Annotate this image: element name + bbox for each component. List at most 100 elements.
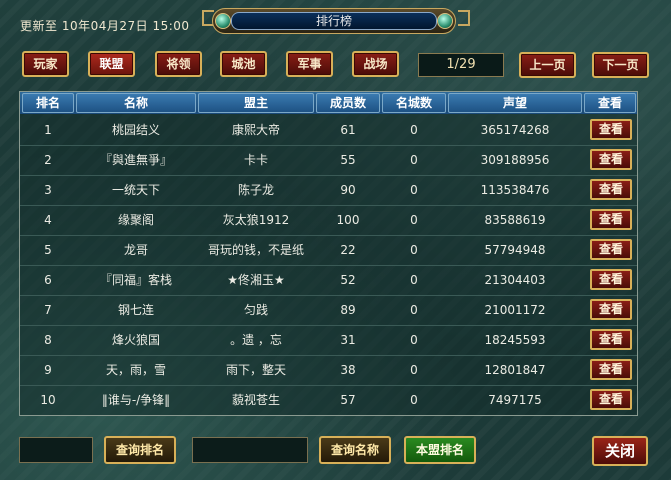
rank-cell: 1 (44, 123, 52, 137)
table-header: 排名 名称 盟主 成员数 名城数 声望 查看 (20, 92, 637, 114)
members-cell: 52 (340, 273, 356, 287)
prestige-cell: 365174268 (480, 123, 550, 137)
members-cell: 100 (336, 213, 360, 227)
rank-cell: 5 (44, 243, 52, 257)
table-row: 7 钢七连 匀践 89 0 21001172 查看 (20, 295, 637, 326)
table-row: 5 龙哥 哥玩的钱，不是纸 22 0 57794948 查看 (20, 235, 637, 266)
next-page-button[interactable]: 下一页 (592, 52, 649, 78)
members-cell: 57 (340, 393, 356, 407)
alliance-name-cell: 桃园结义 (111, 123, 160, 137)
ranking-table: 排名 名称 盟主 成员数 名城数 声望 查看 1 桃园结义 康熙大帝 61 0 … (19, 91, 638, 416)
cities-cell: 0 (410, 303, 418, 317)
leader-cell: 藐视苍生 (231, 393, 280, 407)
update-time: 更新至 10年04月27日 15:00 (20, 19, 190, 33)
view-button[interactable]: 查看 (590, 239, 632, 260)
table-row: 9 天，雨，雪 雨下，整天 38 0 12801847 查看 (20, 355, 637, 386)
prestige-cell: 57794948 (484, 243, 546, 257)
column-header-view: 查看 (584, 93, 636, 113)
view-button[interactable]: 查看 (590, 209, 632, 230)
alliance-name-cell: ‖谁与-/争锋‖ (101, 393, 171, 407)
tab-player[interactable]: 玩家 (22, 51, 69, 77)
view-button[interactable]: 查看 (590, 179, 632, 200)
table-row: 4 缘聚阁 灰太狼1912 100 0 83588619 查看 (20, 205, 637, 236)
cities-cell: 0 (410, 333, 418, 347)
rank-cell: 7 (44, 303, 52, 317)
column-header-members: 成员数 (316, 93, 380, 113)
my-alliance-rank-button[interactable]: 本盟排名 (404, 436, 476, 464)
cities-cell: 0 (410, 213, 418, 227)
prestige-cell: 21304403 (484, 273, 546, 287)
column-header-prestige: 声望 (448, 93, 582, 113)
prev-page-button[interactable]: 上一页 (519, 52, 576, 78)
column-header-rank: 排名 (22, 93, 74, 113)
prestige-cell: 18245593 (484, 333, 546, 347)
query-rank-button[interactable]: 查询排名 (104, 436, 176, 464)
prestige-cell: 83588619 (484, 213, 546, 227)
alliance-name-cell: 一统天下 (111, 183, 160, 197)
leader-cell: ★佟湘玉★ (227, 273, 285, 287)
prestige-cell: 7497175 (488, 393, 542, 407)
table-row: 6 『同福』客栈 ★佟湘玉★ 52 0 21304403 查看 (20, 265, 637, 296)
leader-cell: 陈子龙 (237, 183, 274, 197)
tab-battlefield[interactable]: 战场 (352, 51, 399, 77)
column-header-cities: 名城数 (382, 93, 446, 113)
members-cell: 31 (340, 333, 356, 347)
members-cell: 89 (340, 303, 356, 317)
jade-orb-icon (215, 13, 231, 29)
alliance-name-cell: 钢七连 (117, 303, 154, 317)
column-header-leader: 盟主 (198, 93, 314, 113)
column-header-name: 名称 (76, 93, 196, 113)
leader-cell: 雨下，整天 (225, 363, 286, 377)
cities-cell: 0 (410, 153, 418, 167)
view-button[interactable]: 查看 (590, 329, 632, 350)
members-cell: 90 (340, 183, 356, 197)
leader-cell: 哥玩的钱，不是纸 (207, 243, 304, 257)
rank-cell: 2 (44, 153, 52, 167)
prestige-cell: 12801847 (484, 363, 546, 377)
leader-cell: 卡卡 (243, 153, 268, 167)
leader-cell: 。遗 ，忘 (230, 333, 282, 347)
rank-cell: 6 (44, 273, 52, 287)
tab-general[interactable]: 将领 (155, 51, 202, 77)
query-name-button[interactable]: 查询名称 (319, 436, 391, 464)
table-row: 8 烽火狼国 。遗 ，忘 31 0 18245593 查看 (20, 325, 637, 356)
cities-cell: 0 (410, 123, 418, 137)
tab-military[interactable]: 军事 (286, 51, 333, 77)
view-button[interactable]: 查看 (590, 119, 632, 140)
rank-cell: 4 (44, 213, 52, 227)
view-button[interactable]: 查看 (590, 359, 632, 380)
tab-city[interactable]: 城池 (220, 51, 267, 77)
prestige-cell: 113538476 (480, 183, 550, 197)
view-button[interactable]: 查看 (590, 299, 632, 320)
title-ornament-right (458, 10, 470, 26)
rank-cell: 9 (44, 363, 52, 377)
members-cell: 55 (340, 153, 356, 167)
members-cell: 22 (340, 243, 356, 257)
rank-query-input[interactable] (19, 437, 93, 463)
alliance-name-cell: 龙哥 (123, 243, 148, 257)
view-button[interactable]: 查看 (590, 389, 632, 410)
prestige-cell: 21001172 (484, 303, 546, 317)
leader-cell: 灰太狼1912 (222, 213, 290, 227)
view-button[interactable]: 查看 (590, 269, 632, 290)
members-cell: 38 (340, 363, 356, 377)
leader-cell: 康熙大帝 (231, 123, 280, 137)
tab-alliance[interactable]: 联盟 (88, 51, 135, 77)
prestige-cell: 309188956 (480, 153, 550, 167)
page-indicator: 1/29 (418, 53, 504, 77)
rank-cell: 3 (44, 183, 52, 197)
close-button[interactable]: 关闭 (592, 436, 648, 466)
name-query-input[interactable] (192, 437, 308, 463)
alliance-name-cell: 天，雨，雪 (105, 363, 166, 377)
cities-cell: 0 (410, 183, 418, 197)
view-button[interactable]: 查看 (590, 149, 632, 170)
cities-cell: 0 (410, 363, 418, 377)
table-row: 1 桃园结义 康熙大帝 61 0 365174268 查看 (20, 115, 637, 146)
cities-cell: 0 (410, 273, 418, 287)
table-row: 10 ‖谁与-/争锋‖ 藐视苍生 57 0 7497175 查看 (20, 385, 637, 415)
alliance-name-cell: 『同福』客栈 (99, 273, 172, 287)
alliance-name-cell: 烽火狼国 (111, 333, 160, 347)
title-bar: 排行榜 (212, 8, 456, 34)
cities-cell: 0 (410, 243, 418, 257)
members-cell: 61 (340, 123, 356, 137)
